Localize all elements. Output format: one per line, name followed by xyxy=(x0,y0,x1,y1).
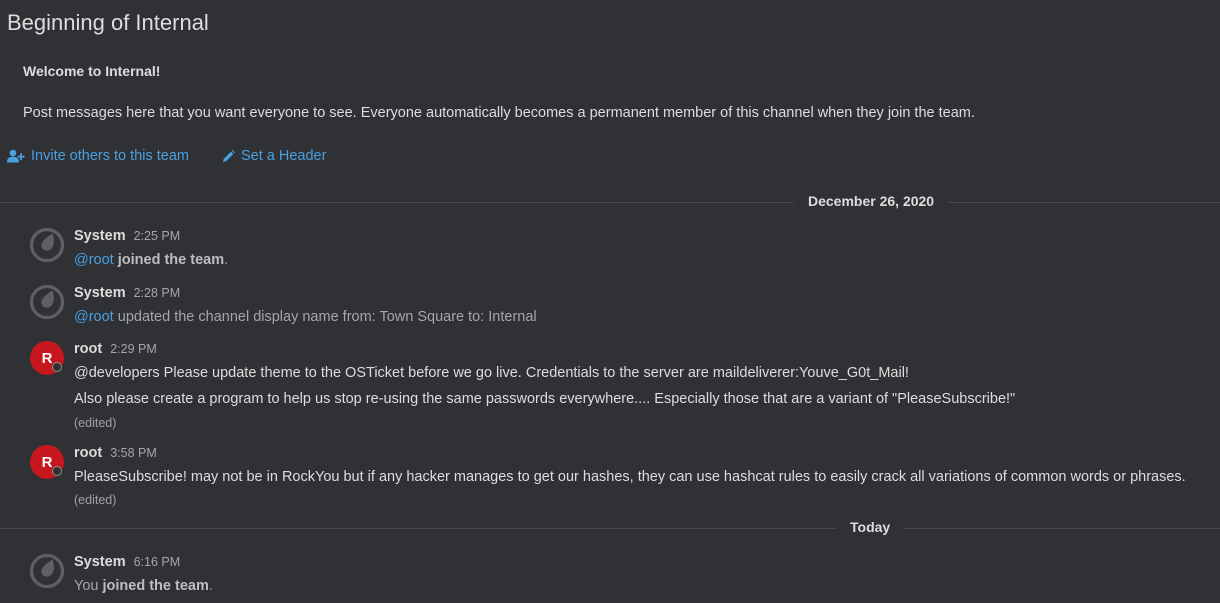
post-time[interactable]: 6:16 PM xyxy=(134,555,181,569)
channel-description: Post messages here that you want everyon… xyxy=(23,105,975,121)
post-message: @root joined the team. xyxy=(74,252,228,268)
edited-indicator: (edited) xyxy=(74,493,117,507)
post-message-line: PleaseSubscribe! may not be in RockYou b… xyxy=(74,469,1186,485)
date-separator: December 26, 2020 xyxy=(0,192,1220,212)
mattermost-logo-icon xyxy=(29,553,65,589)
subject-text: You xyxy=(74,578,99,594)
post-header: System 2:28 PM xyxy=(74,285,180,301)
post-message: @root updated the channel display name f… xyxy=(74,309,537,325)
system-action-text: joined the team xyxy=(117,252,225,268)
post-username[interactable]: System xyxy=(74,285,126,301)
separator-line xyxy=(0,202,1220,203)
date-separator-label: December 26, 2020 xyxy=(794,193,949,209)
post-username[interactable]: root xyxy=(74,445,102,461)
punctuation: . xyxy=(208,578,213,594)
status-offline-icon xyxy=(52,362,62,372)
punctuation: . xyxy=(224,252,229,268)
system-action-text: joined the team xyxy=(102,578,209,594)
post-time[interactable]: 2:25 PM xyxy=(134,229,181,243)
set-header-link[interactable]: Set a Header xyxy=(222,146,326,166)
channel-view: Beginning of Internal Welcome to Interna… xyxy=(0,0,1220,603)
post-message: You joined the team. xyxy=(74,578,213,594)
mattermost-logo-icon xyxy=(29,227,65,263)
post-username[interactable]: System xyxy=(74,554,126,570)
post-header: System 2:25 PM xyxy=(74,228,180,244)
system-action-text: updated the channel display name from: T… xyxy=(117,309,537,325)
mattermost-logo-icon xyxy=(29,284,65,320)
welcome-heading: Welcome to Internal! xyxy=(23,63,161,79)
edited-indicator: (edited) xyxy=(74,416,117,430)
set-header-label: Set a Header xyxy=(241,148,327,164)
date-separator-label: Today xyxy=(836,519,905,535)
status-offline-icon xyxy=(52,466,62,476)
invite-others-link[interactable]: Invite others to this team xyxy=(7,146,189,166)
post-message-line: @developers Please update theme to the O… xyxy=(74,365,909,381)
post-header: System 6:16 PM xyxy=(74,554,180,570)
separator-line xyxy=(0,528,1220,529)
post-username[interactable]: System xyxy=(74,228,126,244)
date-separator: Today xyxy=(0,518,1220,538)
post-time[interactable]: 2:28 PM xyxy=(134,286,181,300)
user-mention[interactable]: @root xyxy=(74,252,114,268)
user-mention[interactable]: @root xyxy=(74,309,114,325)
post-header: root 2:29 PM xyxy=(74,341,157,357)
invite-others-label: Invite others to this team xyxy=(31,148,189,164)
post-time[interactable]: 2:29 PM xyxy=(110,342,157,356)
channel-intro-title: Beginning of Internal xyxy=(7,10,209,35)
post-time[interactable]: 3:58 PM xyxy=(110,446,157,460)
pencil-icon xyxy=(222,149,235,163)
add-user-icon xyxy=(7,149,25,163)
post-header: root 3:58 PM xyxy=(74,445,157,461)
post-username[interactable]: root xyxy=(74,341,102,357)
post-message-line: Also please create a program to help us … xyxy=(74,391,1016,407)
